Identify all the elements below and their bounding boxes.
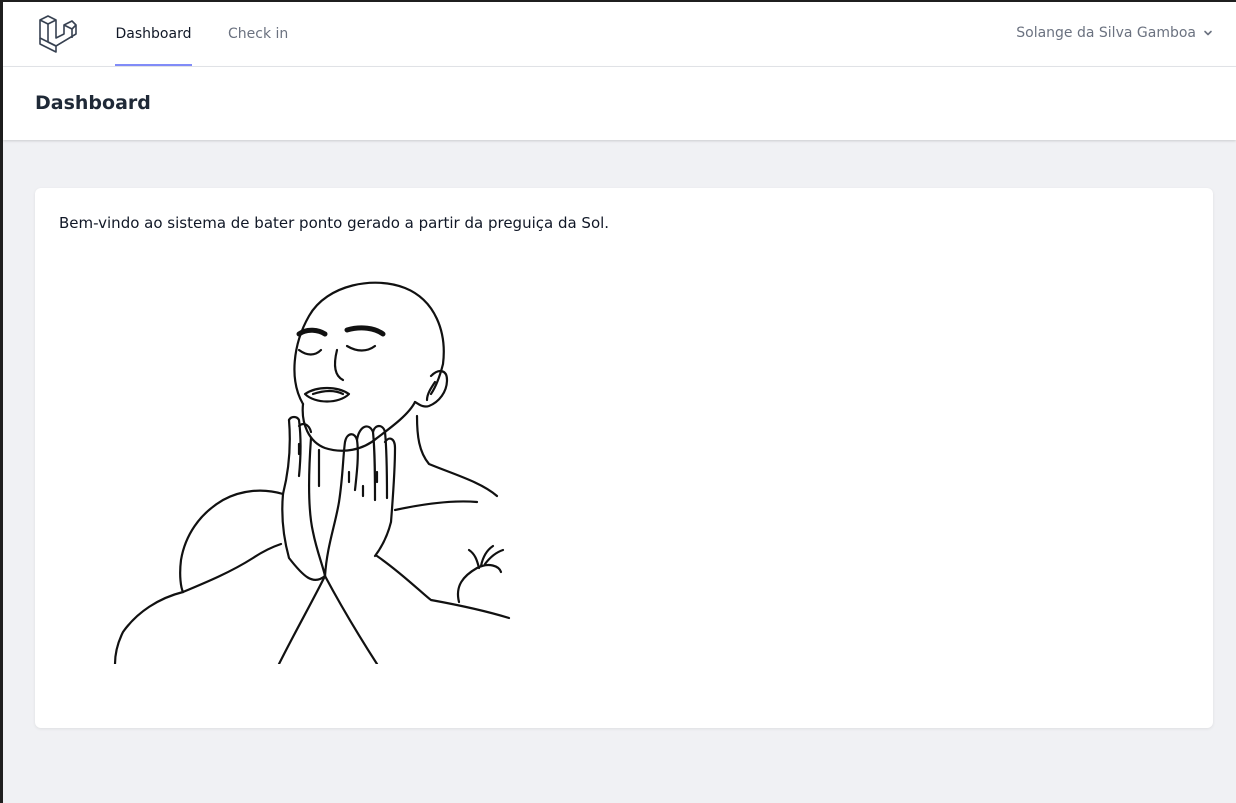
top-navbar: Dashboard Check in Solange da Silva Gamb… bbox=[3, 2, 1236, 67]
page-title: Dashboard bbox=[35, 92, 151, 114]
user-name: Solange da Silva Gamboa bbox=[1016, 25, 1196, 41]
page-header: Dashboard bbox=[3, 67, 1236, 140]
nav-link-check-in-label: Check in bbox=[228, 26, 289, 42]
welcome-card: Bem-vindo ao sistema de bater ponto gera… bbox=[35, 188, 1213, 728]
user-menu-dropdown[interactable]: Solange da Silva Gamboa bbox=[1016, 25, 1214, 41]
laravel-logo-icon[interactable] bbox=[37, 15, 77, 53]
chevron-down-icon bbox=[1204, 30, 1212, 36]
feels-good-man-image bbox=[113, 281, 511, 664]
nav-link-dashboard[interactable]: Dashboard bbox=[115, 2, 192, 66]
nav-link-check-in[interactable]: Check in bbox=[228, 2, 288, 66]
welcome-message: Bem-vindo ao sistema de bater ponto gera… bbox=[59, 214, 610, 232]
app-window: Dashboard Check in Solange da Silva Gamb… bbox=[0, 0, 1236, 803]
nav-link-dashboard-label: Dashboard bbox=[115, 26, 192, 42]
